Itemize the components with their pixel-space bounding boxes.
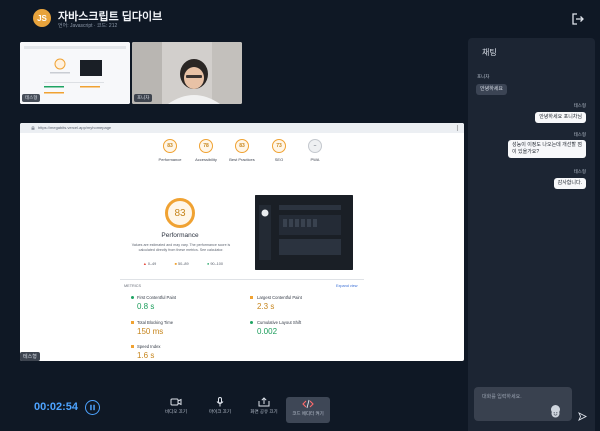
lock-icon xyxy=(31,126,35,130)
legend-good: ● 90–100 xyxy=(206,262,223,266)
shared-screen-presenter-label: 테스형 xyxy=(20,352,40,361)
chat-title: 채팅 xyxy=(482,48,497,57)
category-gauge-best-practices: 83 xyxy=(235,139,249,153)
category-gauge-seo: 73 xyxy=(272,139,286,153)
code-editor-toggle-label: 코드 에디터 켜기 xyxy=(292,411,324,416)
chat-message: 성능이 이정도 나오는데 개선할 점이 있을가요? xyxy=(508,140,586,158)
metric-fcp-name: First Contentful Paint xyxy=(137,295,177,300)
category-gauge-pwa: – xyxy=(308,139,322,153)
good-metric-icon xyxy=(131,296,134,299)
mic-toggle-button[interactable]: 마이크 끄기 xyxy=(198,397,242,415)
performance-title: Performance xyxy=(161,232,199,239)
chat-sender: 테스형 xyxy=(573,132,586,137)
video-toggle-button[interactable]: 비디오 끄기 xyxy=(154,397,198,415)
metric-lcp-name: Largest Contentful Paint xyxy=(257,295,302,300)
metrics-heading: METRICS xyxy=(124,284,142,288)
more-icon xyxy=(456,125,459,131)
legend-average: ■ 50–89 xyxy=(174,262,189,266)
good-metric-icon xyxy=(250,321,253,324)
chat-message: 감사합니다. xyxy=(553,178,586,189)
metric-fcp-value: 0.8 s xyxy=(137,302,155,311)
screen-share-toggle-button[interactable]: 화면 공유 끄기 xyxy=(242,397,286,415)
page-screenshot-thumbnail xyxy=(255,195,353,270)
chat-input[interactable] xyxy=(482,392,566,402)
legend-poor: ▲ 0–49 xyxy=(143,262,157,266)
metric-tbt-name: Total Blocking Time xyxy=(137,320,174,325)
video-tile-label: 테스형 xyxy=(22,94,41,102)
emoji-button[interactable] xyxy=(551,405,560,418)
metrics-divider xyxy=(120,279,364,280)
session-timer: 00:02:54 xyxy=(34,401,79,413)
screen-share-toggle-label: 화면 공유 끄기 xyxy=(250,409,278,414)
metric-cls-name: Cumulative Layout Shift xyxy=(257,320,302,325)
chat-panel: 채팅 포니차 안녕하세요 테스형 안녕하세요 포니차님 테스형 성능이 이정도 … xyxy=(468,38,595,431)
shared-screen: https://megabits.vercel.app/myhomepage 8… xyxy=(20,123,464,361)
code-icon xyxy=(302,399,314,409)
chat-sender: 테스형 xyxy=(573,103,586,108)
mic-icon xyxy=(216,397,224,407)
video-tile-screen-share-preview[interactable]: 테스형 xyxy=(20,42,130,104)
video-icon xyxy=(170,398,182,406)
performance-score-gauge: 83 xyxy=(165,198,195,228)
pause-icon xyxy=(90,404,95,411)
performance-description: Values are estimated and may vary. The p… xyxy=(131,243,231,252)
chat-message: 안녕하세요 포니차님 xyxy=(535,112,586,123)
metric-si-value: 1.6 s xyxy=(137,351,155,360)
video-tile-label: 포니차 xyxy=(134,94,153,102)
category-gauge-accessibility: 78 xyxy=(199,139,213,153)
code-editor-toggle-button[interactable]: 코드 에디터 켜기 xyxy=(286,397,330,423)
browser-url: https://megabits.vercel.app/myhomepage xyxy=(38,125,112,130)
average-metric-icon xyxy=(131,345,134,348)
score-legend: ▲ 0–49 ■ 50–89 ● 90–100 xyxy=(143,262,223,266)
video-toggle-label: 비디오 끄기 xyxy=(165,409,187,414)
emoji-icon xyxy=(551,409,560,418)
exit-button[interactable] xyxy=(571,12,585,26)
chat-message: 안녕하세요 xyxy=(476,84,508,95)
metric-cls-value: 0.002 xyxy=(257,327,278,336)
expand-view-link[interactable]: Expand view xyxy=(336,284,358,288)
chat-sender: 테스형 xyxy=(573,169,586,174)
room-header: JS 자바스크립트 딥다이브 언어: Javascript · 코드: 212 xyxy=(0,0,600,36)
metric-tbt-value: 150 ms xyxy=(137,327,164,336)
send-button[interactable] xyxy=(578,408,588,426)
category-gauge-performance: 83 xyxy=(163,139,177,153)
room-avatar: JS xyxy=(33,9,51,27)
metric-si-name: Speed Index xyxy=(137,344,161,349)
category-label: PWA xyxy=(310,157,320,162)
exit-icon xyxy=(572,13,584,25)
send-icon xyxy=(578,412,588,421)
chat-sender: 포니차 xyxy=(477,74,490,79)
pause-button[interactable] xyxy=(85,400,100,415)
share-screen-icon xyxy=(258,397,270,407)
video-tile-participant[interactable]: 포니차 xyxy=(132,42,242,104)
metric-lcp-value: 2.3 s xyxy=(257,302,275,311)
average-metric-icon xyxy=(250,296,253,299)
average-metric-icon xyxy=(131,321,134,324)
room-meta: 언어: Javascript · 코드: 212 xyxy=(58,23,118,29)
mic-toggle-label: 마이크 끄기 xyxy=(209,409,231,414)
browser-address-bar: https://megabits.vercel.app/myhomepage xyxy=(20,123,464,133)
